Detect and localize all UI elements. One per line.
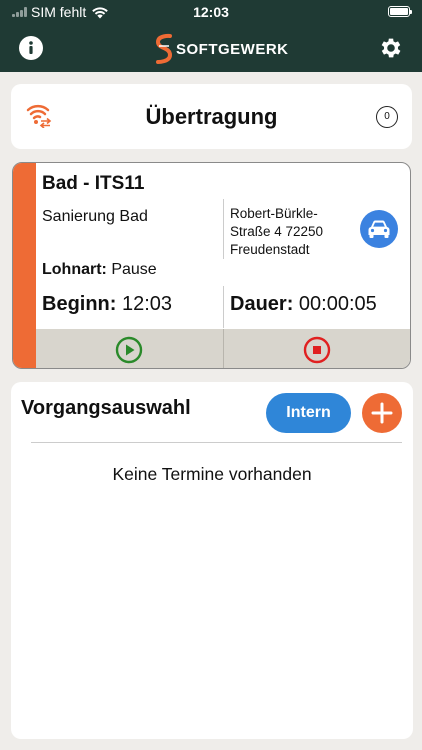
logo-s-icon xyxy=(155,33,173,64)
job-address: Robert-Bürkle-Straße 4 72250 Freudenstad… xyxy=(230,206,324,257)
stop-button[interactable] xyxy=(222,329,411,368)
plus-icon xyxy=(371,402,393,424)
job-title: Bad - ITS11 xyxy=(42,173,145,194)
process-selection-card: Vorgangsauswahl Intern Keine Termine vor… xyxy=(11,382,413,739)
job-action-bar xyxy=(36,329,411,368)
transfer-card[interactable]: Übertragung 0 xyxy=(11,84,412,149)
empty-state-text: Keine Termine vorhanden xyxy=(112,464,312,484)
dauer-row: Dauer: 00:00:05 xyxy=(230,293,377,316)
active-job-card[interactable]: Bad - ITS11 Sanierung Bad Robert-Bürkle-… xyxy=(12,162,411,369)
car-navigation-button[interactable] xyxy=(360,210,398,248)
job-description: Sanierung Bad xyxy=(42,208,148,225)
status-bar: SIM fehlt 12:03 xyxy=(0,0,422,24)
clock: 12:03 xyxy=(193,4,229,20)
job-accent-bar xyxy=(13,163,36,368)
play-icon xyxy=(116,336,143,363)
lohnart-label: Lohnart: xyxy=(42,261,107,278)
job-divider xyxy=(223,199,224,259)
battery-icon xyxy=(388,6,412,17)
nav-bar: SOFTGEWERK xyxy=(0,24,422,72)
car-icon xyxy=(368,220,390,238)
beginn-value: 12:03 xyxy=(122,293,173,315)
lohnart-value: Pause xyxy=(111,261,157,278)
transfer-count-badge: 0 xyxy=(376,106,398,128)
lohnart-row: Lohnart: Pause xyxy=(42,261,157,279)
stop-icon xyxy=(303,336,330,363)
job-divider-lower xyxy=(223,286,224,328)
play-button[interactable] xyxy=(36,329,223,368)
dauer-label: Dauer: xyxy=(230,293,294,315)
info-icon[interactable] xyxy=(19,36,43,60)
selection-divider xyxy=(31,442,402,443)
dauer-value: 00:00:05 xyxy=(298,293,377,315)
beginn-row: Beginn: 12:03 xyxy=(42,293,172,316)
gear-icon[interactable] xyxy=(378,35,404,61)
logo: SOFTGEWERK xyxy=(154,32,289,66)
selection-title: Vorgangsauswahl xyxy=(21,397,191,419)
transfer-title: Übertragung xyxy=(145,104,278,129)
beginn-label: Beginn: xyxy=(42,293,117,315)
logo-text: SOFTGEWERK xyxy=(176,40,289,58)
add-button[interactable] xyxy=(362,393,402,433)
intern-button[interactable]: Intern xyxy=(266,393,351,433)
